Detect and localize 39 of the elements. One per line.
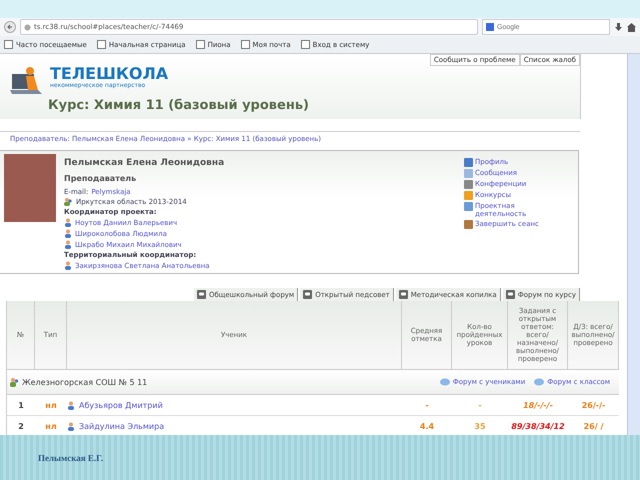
speech-bubble-icon xyxy=(506,290,515,299)
student-link[interactable]: Абузьяров Дмитрий xyxy=(79,400,163,410)
course-title: Курс: Химия 11 (базовый уровень) xyxy=(48,98,310,113)
page-icon xyxy=(96,40,106,49)
person-icon xyxy=(67,422,75,430)
student-link[interactable]: Зайдулина Эльмира xyxy=(79,422,164,430)
page-icon xyxy=(240,40,250,49)
people-icon xyxy=(64,198,73,206)
speech-bubble-icon xyxy=(303,290,312,299)
person-icon xyxy=(64,261,72,270)
page-icon xyxy=(300,40,310,49)
back-icon[interactable] xyxy=(4,21,16,33)
logo-text: ТЕЛЕШКОЛА xyxy=(50,66,168,82)
type-cell: нл xyxy=(35,395,67,416)
teacher-role: Преподаватель xyxy=(64,174,138,183)
laptop-logo-icon xyxy=(10,66,44,96)
chat-icon xyxy=(440,378,450,386)
group-name: Железногорская СОШ № 5 11 xyxy=(22,378,148,386)
row-number: 1 xyxy=(7,395,35,416)
tasks-cell: 18/-/-/- xyxy=(508,395,568,416)
person-icon xyxy=(67,400,75,410)
photo-placeholder xyxy=(4,154,56,222)
page-icon xyxy=(4,40,13,49)
person-icon xyxy=(64,218,72,227)
lessons-cell: - xyxy=(452,395,508,416)
home-icon[interactable] xyxy=(627,22,636,32)
person-icon xyxy=(64,240,72,249)
scrollbar[interactable] xyxy=(627,54,640,435)
grade-cell: - xyxy=(402,395,452,416)
speech-bubble-icon xyxy=(398,290,408,299)
chat-icon xyxy=(534,378,544,386)
people-icon xyxy=(10,378,19,386)
homework-cell: 26/-/- xyxy=(568,395,619,416)
footer-author: Пелымская Е.Г. xyxy=(38,452,104,462)
page-icon xyxy=(196,40,205,49)
download-icon[interactable] xyxy=(614,22,623,32)
person-icon xyxy=(64,229,72,238)
teacher-name: Пелымская Елена Леонидовна xyxy=(64,158,226,168)
speech-bubble-icon xyxy=(196,290,206,299)
